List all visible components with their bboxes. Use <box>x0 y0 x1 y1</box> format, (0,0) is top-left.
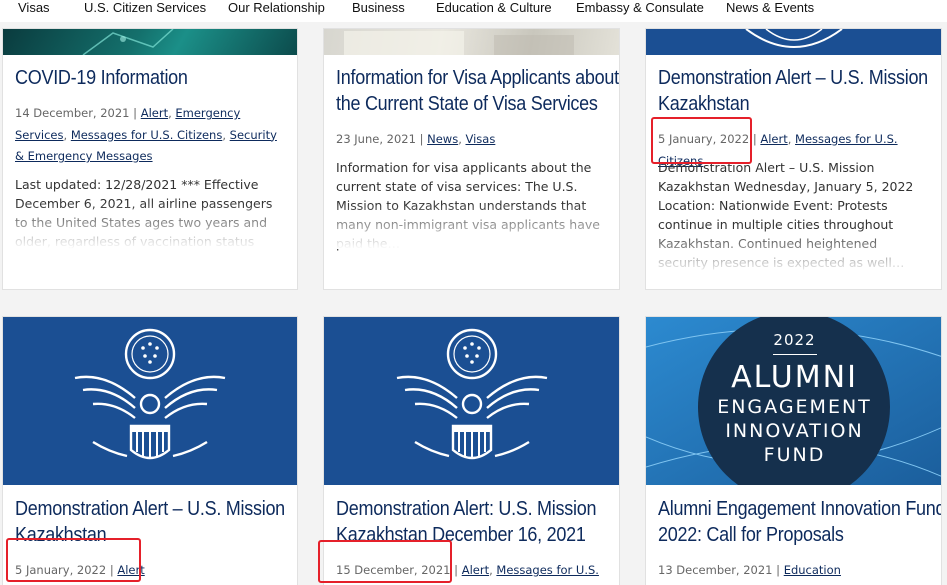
tag-link[interactable]: Visas <box>466 132 496 146</box>
card-image[interactable]: 2022 ALUMNI ENGAGEMENT INNOVATION FUND <box>646 317 941 485</box>
nav-education-culture[interactable]: Education & Culture <box>436 0 552 15</box>
card-image[interactable] <box>3 317 297 485</box>
nav-our-relationship[interactable]: Our Relationship <box>228 0 325 15</box>
great-seal-icon <box>396 328 547 460</box>
date-highlight-box <box>651 117 752 164</box>
virus-illustration <box>82 29 174 55</box>
meta-separator: | <box>419 132 424 146</box>
card-image[interactable] <box>3 29 297 55</box>
excerpt-fade <box>324 203 619 249</box>
card-title[interactable]: Alumni Engagement Innovation Fund 2022: … <box>658 496 941 548</box>
card-date: 14 December, 2021 <box>15 106 130 120</box>
meta-separator: | <box>133 106 138 120</box>
tag-link[interactable]: News <box>427 132 458 146</box>
meta-separator: | <box>776 563 781 577</box>
date-highlight-box <box>318 540 452 583</box>
card-title[interactable]: Demonstration Alert – U.S. Mission Kazak… <box>658 65 941 117</box>
tag-link[interactable]: Messages for U.S. Citizens <box>71 128 223 142</box>
card-date: 23 June, 2021 <box>336 132 416 146</box>
tag-link[interactable]: Education <box>784 563 841 577</box>
card-meta: 23 June, 2021 | News, Visas <box>336 132 496 146</box>
aeif-word: FUND <box>763 444 826 466</box>
aeif-year: 2022 <box>773 331 816 349</box>
great-seal-icon <box>74 328 226 460</box>
seal-icon <box>745 29 843 48</box>
nav-visas[interactable]: Visas <box>18 0 50 15</box>
nav-news-events[interactable]: News & Events <box>726 0 814 15</box>
card-meta: 13 December, 2021 | Education <box>658 560 933 582</box>
card-title[interactable]: COVID-19 Information <box>15 65 297 91</box>
nav-business[interactable]: Business <box>352 0 405 15</box>
tag-link[interactable]: Alert <box>760 132 787 146</box>
card-image[interactable] <box>324 317 619 485</box>
tag-link[interactable]: Messages for U.S. <box>496 563 599 577</box>
excerpt-fade <box>646 229 941 275</box>
meta-separator: | <box>752 132 757 146</box>
card-title[interactable]: Information for Visa Applicants about th… <box>336 65 619 117</box>
aeif-word: ENGAGEMENT <box>717 396 872 418</box>
excerpt-fade <box>3 203 297 249</box>
date-highlight-box <box>6 538 141 582</box>
news-card[interactable]: Information for Visa Applicants about th… <box>323 28 620 290</box>
main-nav: Visas U.S. Citizen Services Our Relation… <box>0 0 947 22</box>
nav-us-citizen-services[interactable]: U.S. Citizen Services <box>84 0 206 15</box>
card-image[interactable] <box>324 29 619 55</box>
document-illustration <box>344 31 574 55</box>
news-card[interactable]: 2022 ALUMNI ENGAGEMENT INNOVATION FUND A… <box>645 316 942 585</box>
card-image[interactable] <box>646 29 941 55</box>
aeif-text: 2022 ALUMNI ENGAGEMENT INNOVATION FUND <box>646 331 941 467</box>
card-date: 13 December, 2021 <box>658 563 773 577</box>
aeif-word: INNOVATION <box>725 420 864 442</box>
news-card[interactable]: COVID-19 Information 14 December, 2021 |… <box>2 28 298 290</box>
nav-embassy-consulate[interactable]: Embassy & Consulate <box>576 0 704 15</box>
divider <box>772 354 817 355</box>
tag-link[interactable]: Alert <box>141 106 168 120</box>
tag-link[interactable]: Alert <box>462 563 489 577</box>
card-meta: 14 December, 2021 | Alert, Emergency Ser… <box>15 106 277 163</box>
aeif-word: ALUMNI <box>731 360 858 395</box>
meta-separator: | <box>454 563 459 577</box>
